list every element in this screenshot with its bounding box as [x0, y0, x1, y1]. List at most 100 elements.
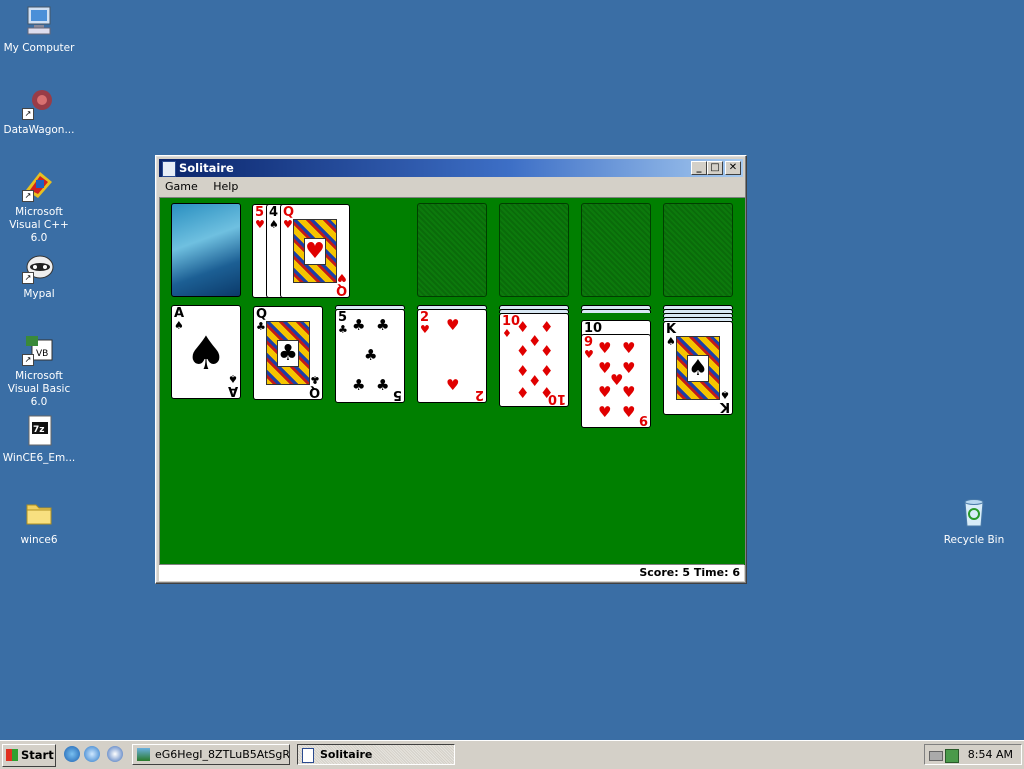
tableau-7-king-spades[interactable]: K ♠ ♠ ♠ K	[663, 321, 733, 415]
card-rank-bottom: 10	[547, 391, 566, 406]
desktop-icon-recycle-bin[interactable]: Recycle Bin	[935, 496, 1013, 547]
pip: ♣	[364, 346, 378, 364]
window-title: Solitaire	[179, 161, 234, 175]
card-rank-bottom: Q	[308, 384, 320, 399]
clock: 8:54 AM	[967, 748, 1013, 761]
pip: ♥	[622, 359, 636, 377]
solitaire-app-icon	[162, 161, 176, 177]
king-face-image: ♠	[676, 336, 720, 400]
network-icon[interactable]	[945, 749, 959, 763]
desktop-icon-label: WinCE6_Em...	[2, 452, 76, 464]
card-suit: ♣	[338, 323, 348, 336]
card-rank-bottom: 9	[638, 412, 648, 427]
ace-pip: ♠	[185, 326, 227, 380]
visual-cpp-icon: ↗	[22, 168, 56, 202]
face-suit: ♠	[687, 355, 709, 382]
foundation-slot-3[interactable]	[581, 203, 651, 297]
pip: ♦	[540, 362, 554, 380]
browser-icon[interactable]	[84, 746, 100, 762]
minimize-button[interactable]: _	[691, 161, 707, 175]
desktop-icon-label: Microsoft Visual C++ 6.0	[9, 206, 69, 244]
desktop-icon-wince6-archive[interactable]: 7z WinCE6_Em...	[0, 414, 78, 465]
face-suit: ♣	[277, 340, 299, 367]
taskbar: Start eG6HegI_8ZTLuB5AtSgR... Solitaire …	[0, 740, 1024, 769]
pip: ♣	[376, 316, 390, 334]
folder-icon	[22, 496, 56, 530]
taskbar-item-solitaire[interactable]: Solitaire	[297, 744, 455, 765]
title-bar[interactable]: Solitaire _ □ ✕	[159, 159, 743, 177]
tableau-4-two-hearts[interactable]: 2 ♥ ♥ ♥ 2	[417, 309, 487, 403]
card-suit: ♥	[255, 218, 265, 231]
visual-basic-icon: VB ↗	[22, 332, 56, 366]
pip: ♥	[598, 403, 612, 421]
queen-face-image: ♣	[266, 321, 310, 385]
media-player-icon[interactable]	[107, 746, 123, 762]
start-label: Start	[21, 748, 54, 762]
menu-bar: Game Help	[159, 178, 743, 196]
shortcut-arrow-icon: ↗	[22, 190, 34, 202]
desktop-icon-label: Recycle Bin	[943, 534, 1005, 546]
desktop-icon-visual-cpp[interactable]: ↗ Microsoft Visual C++ 6.0	[0, 168, 78, 245]
card-rank-bottom: K	[719, 399, 730, 414]
game-table: 5 ♥ 4 ♠ Q ♥ ♥ ♥ Q A ♠ ♠ ♠ A Q ♣ ♣ ♣ Q 5 …	[159, 197, 745, 565]
shortcut-arrow-icon: ↗	[22, 108, 34, 120]
pip: ♦	[516, 384, 530, 402]
computer-icon	[22, 4, 56, 38]
card-rank-bottom: A	[227, 383, 238, 398]
card-suit: ♥	[584, 348, 594, 361]
card-suit: ♥	[283, 218, 293, 231]
start-button[interactable]: Start	[2, 744, 56, 767]
desktop-icon-label: wince6	[20, 534, 58, 546]
card-suit: ♠	[269, 218, 279, 231]
svg-text:VB: VB	[36, 349, 48, 359]
image-file-icon	[137, 748, 150, 761]
solitaire-icon	[302, 748, 314, 763]
internet-explorer-icon[interactable]	[64, 746, 80, 762]
foundation-slot-2[interactable]	[499, 203, 569, 297]
pip: ♣	[376, 376, 390, 394]
desktop-icon-label: My Computer	[3, 42, 75, 54]
taskbar-item-image[interactable]: eG6HegI_8ZTLuB5AtSgR...	[132, 744, 290, 765]
maximize-button[interactable]: □	[707, 161, 723, 175]
pip: ♦	[516, 342, 530, 360]
tableau-2-queen-clubs[interactable]: Q ♣ ♣ ♣ Q	[253, 306, 323, 400]
pip: ♦	[540, 342, 554, 360]
queen-face-image: ♥	[293, 219, 337, 283]
keyboard-icon[interactable]	[929, 751, 943, 761]
tableau-3-five-clubs[interactable]: 5 ♣ ♣ ♣ ♣ ♣ ♣ 5	[335, 309, 405, 403]
tableau-5-ten-diamonds[interactable]: 10 ♦ ♦ ♦ ♦ ♦ ♦ ♦ ♦ ♦ ♦ ♦ 10	[499, 313, 569, 407]
svg-text:7z: 7z	[33, 425, 45, 435]
7z-archive-icon: 7z	[22, 414, 56, 448]
stock-pile[interactable]	[171, 203, 241, 297]
pip: ♥	[622, 383, 636, 401]
pip: ♥	[598, 339, 612, 357]
card-rank-bottom: 2	[474, 387, 484, 402]
pip: ♥	[446, 376, 460, 394]
pip: ♥	[622, 403, 636, 421]
desktop-icon-my-computer[interactable]: My Computer	[0, 4, 78, 55]
pip: ♦	[540, 318, 554, 336]
close-button[interactable]: ✕	[725, 161, 741, 175]
card-rank-bottom: 5	[392, 387, 402, 402]
menu-help[interactable]: Help	[207, 178, 244, 195]
mypal-icon: ↗	[22, 250, 56, 284]
shortcut-arrow-icon: ↗	[22, 354, 34, 366]
desktop-icon-mypal[interactable]: ↗ Mypal	[0, 250, 78, 301]
foundation-slot-4[interactable]	[663, 203, 733, 297]
datawagon-icon: ↗	[22, 86, 56, 120]
pip: ♥	[598, 383, 612, 401]
desktop-icon-label: Microsoft Visual Basic 6.0	[7, 370, 71, 408]
desktop-icon-wince6-folder[interactable]: wince6	[0, 496, 78, 547]
tableau-6-nine-hearts[interactable]: 9 ♥ ♥ ♥ ♥ ♥ ♥ ♥ ♥ ♥ ♥ 9	[581, 334, 651, 428]
menu-game[interactable]: Game	[159, 178, 204, 195]
desktop-icon-visual-basic[interactable]: VB ↗ Microsoft Visual Basic 6.0	[0, 332, 78, 409]
status-bar: Score: 5 Time: 6	[159, 564, 744, 581]
face-suit: ♥	[304, 238, 326, 265]
task-label: eG6HegI_8ZTLuB5AtSgR...	[155, 748, 290, 761]
recycle-bin-icon	[957, 496, 991, 530]
foundation-slot-1[interactable]	[417, 203, 487, 297]
desktop-icon-datawagon[interactable]: ↗ DataWagon...	[0, 86, 78, 137]
desktop-icon-label: DataWagon...	[3, 124, 75, 136]
waste-card-queen-hearts[interactable]: Q ♥ ♥ ♥ Q	[280, 204, 350, 298]
tableau-1-ace-spades[interactable]: A ♠ ♠ ♠ A	[171, 305, 241, 399]
